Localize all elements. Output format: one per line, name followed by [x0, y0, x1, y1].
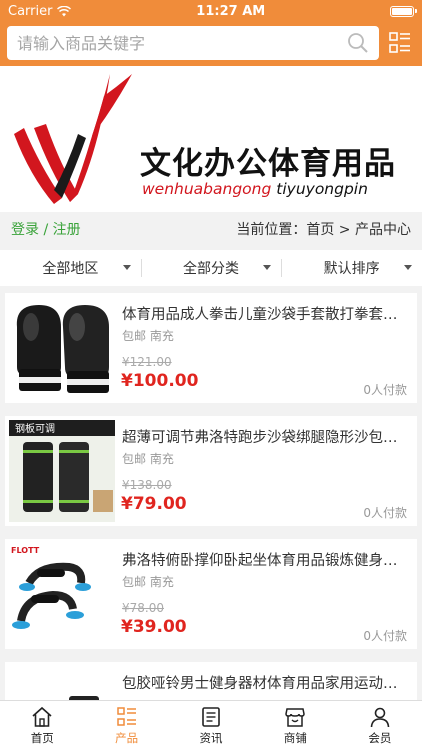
carrier-label: Carrier — [8, 3, 53, 19]
tab-products[interactable]: 产品 — [84, 701, 168, 750]
filter-category-label: 全部分类 — [183, 261, 239, 277]
dropdown-arrow-icon — [122, 265, 131, 270]
brand-logo-w-icon — [14, 74, 132, 204]
product-location: 包邮 南充 — [122, 329, 174, 343]
product-title[interactable]: 超薄可调节弗洛特跑步沙袋绑腿隐形沙包… — [122, 426, 412, 447]
status-bar: Carrier 11:27 AM — [0, 0, 422, 22]
product-old-price: ¥121.00 — [122, 355, 172, 369]
login-register: 登录 / 注册 — [11, 219, 81, 239]
search-icon[interactable] — [347, 32, 369, 54]
filter-region-label: 全部地区 — [42, 261, 99, 277]
tab-label: 商铺 — [283, 730, 307, 745]
member-icon — [370, 707, 390, 727]
login-separator: / — [39, 222, 53, 238]
brand-banner: 文化办公体育用品 wenhuabangong tiyuyongpin — [0, 66, 422, 212]
store-icon — [285, 707, 306, 727]
tab-news[interactable]: 资讯 — [169, 701, 253, 750]
leg-weights-image: 钢板可调 — [9, 420, 115, 522]
breadcrumb: 当前位置：首页 > 产品中心 — [236, 222, 411, 238]
product-title[interactable]: 弗洛特俯卧撑仰卧起坐体育用品锻炼健身… — [122, 549, 412, 570]
boxing-gloves-image — [9, 297, 115, 399]
login-link[interactable]: 登录 — [11, 222, 39, 238]
news-icon — [202, 706, 220, 727]
filter-category[interactable]: 全部分类 — [140, 250, 282, 286]
brand-name: 文化办公体育用品 — [140, 146, 396, 182]
dropdown-arrow-icon — [263, 265, 272, 270]
product-title[interactable]: 体育用品成人拳击儿童沙袋手套散打拳套… — [122, 303, 412, 324]
product-card[interactable]: 钢板可调 超薄可调节弗洛特跑步沙袋绑腿隐形沙包… 包邮 南充 ¥138.00 ¥… — [5, 416, 417, 526]
status-time: 11:27 AM — [196, 3, 266, 19]
brand-pinyin-b: tiyuyongpin — [276, 180, 368, 198]
tab-label: 会员 — [368, 730, 392, 745]
product-paid-count: 0人付款 — [363, 629, 407, 643]
wifi-icon — [57, 5, 72, 16]
product-card[interactable]: 体育用品成人拳击儿童沙袋手套散打拳套… 包邮 南充 ¥121.00 ¥100.0… — [5, 293, 417, 403]
tab-member[interactable]: 会员 — [338, 701, 422, 750]
product-paid-count: 0人付款 — [363, 506, 407, 520]
filter-bar: 全部地区 全部分类 默认排序 — [0, 250, 422, 286]
thumb-label: 钢板可调 — [15, 422, 55, 435]
product-location: 包邮 南充 — [122, 452, 174, 466]
product-title[interactable]: 包胶哑铃男士健身器材体育用品家用运动… — [122, 672, 412, 693]
tab-home[interactable]: 首页 — [0, 701, 84, 750]
tab-label: 资讯 — [199, 730, 223, 745]
tab-label: 产品 — [115, 730, 139, 745]
category-menu-icon[interactable] — [388, 31, 412, 55]
product-old-price: ¥78.00 — [122, 601, 164, 615]
brand-pinyin-a: wenhuabangong — [142, 180, 272, 198]
breadcrumb-bar: 登录 / 注册 当前位置：首页 > 产品中心 — [0, 212, 422, 246]
filter-region[interactable]: 全部地区 — [0, 250, 141, 286]
tab-label: 首页 — [30, 730, 54, 745]
tab-store[interactable]: 商铺 — [253, 701, 337, 750]
product-old-price: ¥138.00 — [122, 478, 172, 492]
thumb-label: FLOTT — [11, 546, 40, 555]
register-link[interactable]: 注册 — [53, 222, 81, 238]
product-price: ¥100.00 — [121, 371, 199, 391]
product-card[interactable]: FLOTT 弗洛特俯卧撑仰卧起坐体育用品锻炼健身… 包邮 南充 ¥78.00 ¥… — [5, 539, 417, 649]
top-header: Carrier 11:27 AM — [0, 0, 422, 66]
product-list-icon — [116, 706, 136, 726]
product-price: ¥39.00 — [121, 617, 187, 637]
product-paid-count: 0人付款 — [363, 383, 407, 397]
bottom-tab-bar: 首页 产品 资讯 商铺 会员 — [0, 700, 422, 750]
product-location: 包邮 南充 — [122, 575, 174, 589]
search-box[interactable] — [7, 26, 379, 60]
brand-pinyin: wenhuabangong tiyuyongpin — [142, 180, 368, 198]
pushup-bars-image: FLOTT — [9, 543, 115, 645]
product-price: ¥79.00 — [121, 494, 187, 514]
filter-sort[interactable]: 默认排序 — [281, 250, 422, 286]
filter-sort-label: 默认排序 — [323, 261, 380, 277]
dropdown-arrow-icon — [404, 265, 413, 270]
search-input[interactable] — [17, 33, 347, 53]
battery-icon — [390, 5, 417, 17]
home-icon — [32, 706, 52, 727]
